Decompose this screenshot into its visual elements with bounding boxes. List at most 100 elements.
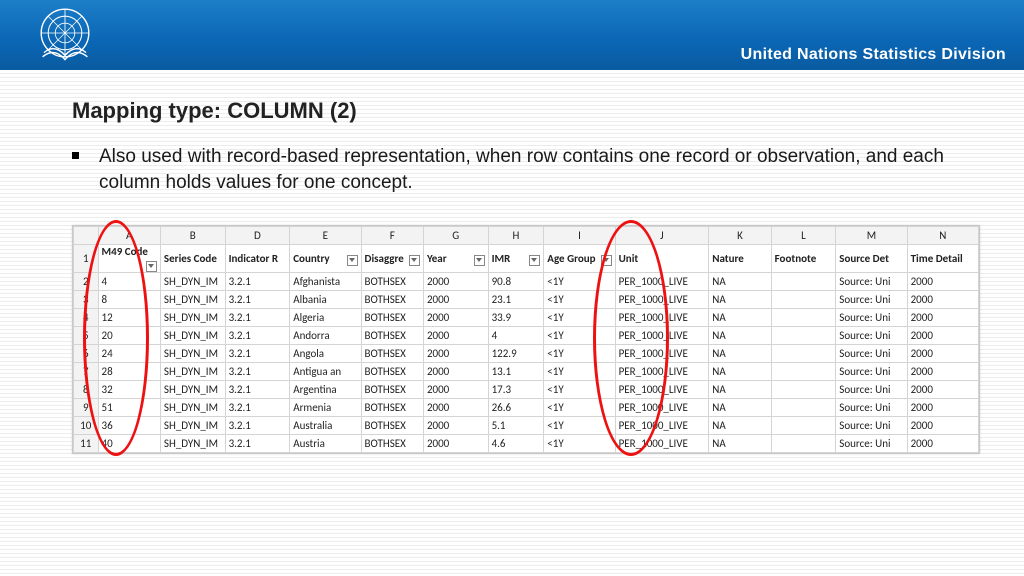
cell[interactable]: 2000 bbox=[423, 363, 488, 381]
header-cell[interactable]: Nature bbox=[709, 245, 771, 273]
cell[interactable]: SH_DYN_IM bbox=[160, 417, 225, 435]
header-cell[interactable]: Source Det bbox=[836, 245, 907, 273]
cell[interactable]: <1Y bbox=[544, 417, 615, 435]
cell[interactable]: <1Y bbox=[544, 399, 615, 417]
col-letter[interactable]: B bbox=[160, 227, 225, 245]
cell[interactable]: PER_1000_LIVE bbox=[615, 345, 709, 363]
cell[interactable]: 3.2.1 bbox=[225, 309, 290, 327]
filter-icon[interactable] bbox=[601, 255, 612, 266]
cell[interactable]: NA bbox=[709, 273, 771, 291]
col-letter[interactable]: K bbox=[709, 227, 771, 245]
cell[interactable] bbox=[771, 417, 836, 435]
cell[interactable]: 2000 bbox=[907, 291, 978, 309]
cell[interactable]: 26.6 bbox=[488, 399, 544, 417]
cell[interactable]: PER_1000_LIVE bbox=[615, 291, 709, 309]
cell[interactable]: 51 bbox=[98, 399, 160, 417]
cell[interactable]: PER_1000_LIVE bbox=[615, 435, 709, 453]
cell[interactable]: Andorra bbox=[290, 327, 361, 345]
cell[interactable]: Source: Uni bbox=[836, 381, 907, 399]
cell[interactable]: 36 bbox=[98, 417, 160, 435]
col-letter[interactable]: I bbox=[544, 227, 615, 245]
cell[interactable]: 8 bbox=[98, 291, 160, 309]
cell[interactable]: 2000 bbox=[423, 417, 488, 435]
cell[interactable]: Armenia bbox=[290, 399, 361, 417]
cell[interactable]: 17.3 bbox=[488, 381, 544, 399]
cell[interactable]: Angola bbox=[290, 345, 361, 363]
cell[interactable]: 23.1 bbox=[488, 291, 544, 309]
cell[interactable]: 12 bbox=[98, 309, 160, 327]
cell[interactable]: PER_1000_LIVE bbox=[615, 399, 709, 417]
cell[interactable]: <1Y bbox=[544, 291, 615, 309]
cell[interactable] bbox=[771, 345, 836, 363]
cell[interactable]: BOTHSEX bbox=[361, 291, 423, 309]
cell[interactable]: 3.2.1 bbox=[225, 417, 290, 435]
cell[interactable]: Antigua an bbox=[290, 363, 361, 381]
col-letter[interactable]: E bbox=[290, 227, 361, 245]
cell[interactable]: 3.2.1 bbox=[225, 327, 290, 345]
cell[interactable]: Source: Uni bbox=[836, 363, 907, 381]
row-number[interactable]: 6 bbox=[74, 345, 99, 363]
filter-icon[interactable] bbox=[146, 261, 157, 272]
cell[interactable] bbox=[771, 399, 836, 417]
cell[interactable]: <1Y bbox=[544, 345, 615, 363]
filter-icon[interactable] bbox=[474, 255, 485, 266]
cell[interactable]: 3.2.1 bbox=[225, 291, 290, 309]
cell[interactable]: 2000 bbox=[423, 435, 488, 453]
cell[interactable]: PER_1000_LIVE bbox=[615, 381, 709, 399]
cell[interactable]: BOTHSEX bbox=[361, 435, 423, 453]
cell[interactable] bbox=[771, 309, 836, 327]
cell[interactable]: NA bbox=[709, 399, 771, 417]
cell[interactable]: Source: Uni bbox=[836, 291, 907, 309]
col-letter[interactable]: M bbox=[836, 227, 907, 245]
cell[interactable]: Argentina bbox=[290, 381, 361, 399]
cell[interactable]: 2000 bbox=[907, 363, 978, 381]
cell[interactable]: Source: Uni bbox=[836, 417, 907, 435]
cell[interactable]: 4.6 bbox=[488, 435, 544, 453]
cell[interactable]: SH_DYN_IM bbox=[160, 327, 225, 345]
cell[interactable]: SH_DYN_IM bbox=[160, 291, 225, 309]
cell[interactable]: Source: Uni bbox=[836, 309, 907, 327]
cell[interactable]: Source: Uni bbox=[836, 273, 907, 291]
col-letter[interactable]: A bbox=[98, 227, 160, 245]
row-number[interactable]: 8 bbox=[74, 381, 99, 399]
cell[interactable]: Algeria bbox=[290, 309, 361, 327]
row-number[interactable]: 7 bbox=[74, 363, 99, 381]
cell[interactable]: SH_DYN_IM bbox=[160, 399, 225, 417]
cell[interactable]: NA bbox=[709, 417, 771, 435]
select-all-cell[interactable] bbox=[74, 227, 99, 245]
cell[interactable]: NA bbox=[709, 435, 771, 453]
cell[interactable]: <1Y bbox=[544, 435, 615, 453]
filter-icon[interactable] bbox=[409, 255, 420, 266]
cell[interactable] bbox=[771, 273, 836, 291]
cell[interactable]: SH_DYN_IM bbox=[160, 381, 225, 399]
cell[interactable]: Source: Uni bbox=[836, 345, 907, 363]
cell[interactable]: Source: Uni bbox=[836, 435, 907, 453]
cell[interactable]: 2000 bbox=[907, 399, 978, 417]
cell[interactable]: NA bbox=[709, 345, 771, 363]
cell[interactable]: 3.2.1 bbox=[225, 363, 290, 381]
header-cell[interactable]: M49 Code bbox=[98, 245, 160, 273]
row-number[interactable]: 1 bbox=[74, 245, 99, 273]
cell[interactable]: 32 bbox=[98, 381, 160, 399]
header-cell[interactable]: Age Group bbox=[544, 245, 615, 273]
header-cell[interactable]: Country bbox=[290, 245, 361, 273]
cell[interactable]: BOTHSEX bbox=[361, 417, 423, 435]
col-letter[interactable]: F bbox=[361, 227, 423, 245]
row-number[interactable]: 5 bbox=[74, 327, 99, 345]
cell[interactable]: SH_DYN_IM bbox=[160, 363, 225, 381]
cell[interactable]: 2000 bbox=[907, 381, 978, 399]
cell[interactable]: 2000 bbox=[423, 273, 488, 291]
cell[interactable]: BOTHSEX bbox=[361, 399, 423, 417]
cell[interactable]: SH_DYN_IM bbox=[160, 345, 225, 363]
cell[interactable]: BOTHSEX bbox=[361, 327, 423, 345]
cell[interactable]: 3.2.1 bbox=[225, 345, 290, 363]
cell[interactable]: 2000 bbox=[907, 327, 978, 345]
cell[interactable]: BOTHSEX bbox=[361, 273, 423, 291]
cell[interactable]: PER_1000_LIVE bbox=[615, 309, 709, 327]
cell[interactable]: BOTHSEX bbox=[361, 309, 423, 327]
cell[interactable]: Albania bbox=[290, 291, 361, 309]
cell[interactable]: 28 bbox=[98, 363, 160, 381]
cell[interactable]: 24 bbox=[98, 345, 160, 363]
cell[interactable]: <1Y bbox=[544, 327, 615, 345]
cell[interactable]: 2000 bbox=[423, 309, 488, 327]
